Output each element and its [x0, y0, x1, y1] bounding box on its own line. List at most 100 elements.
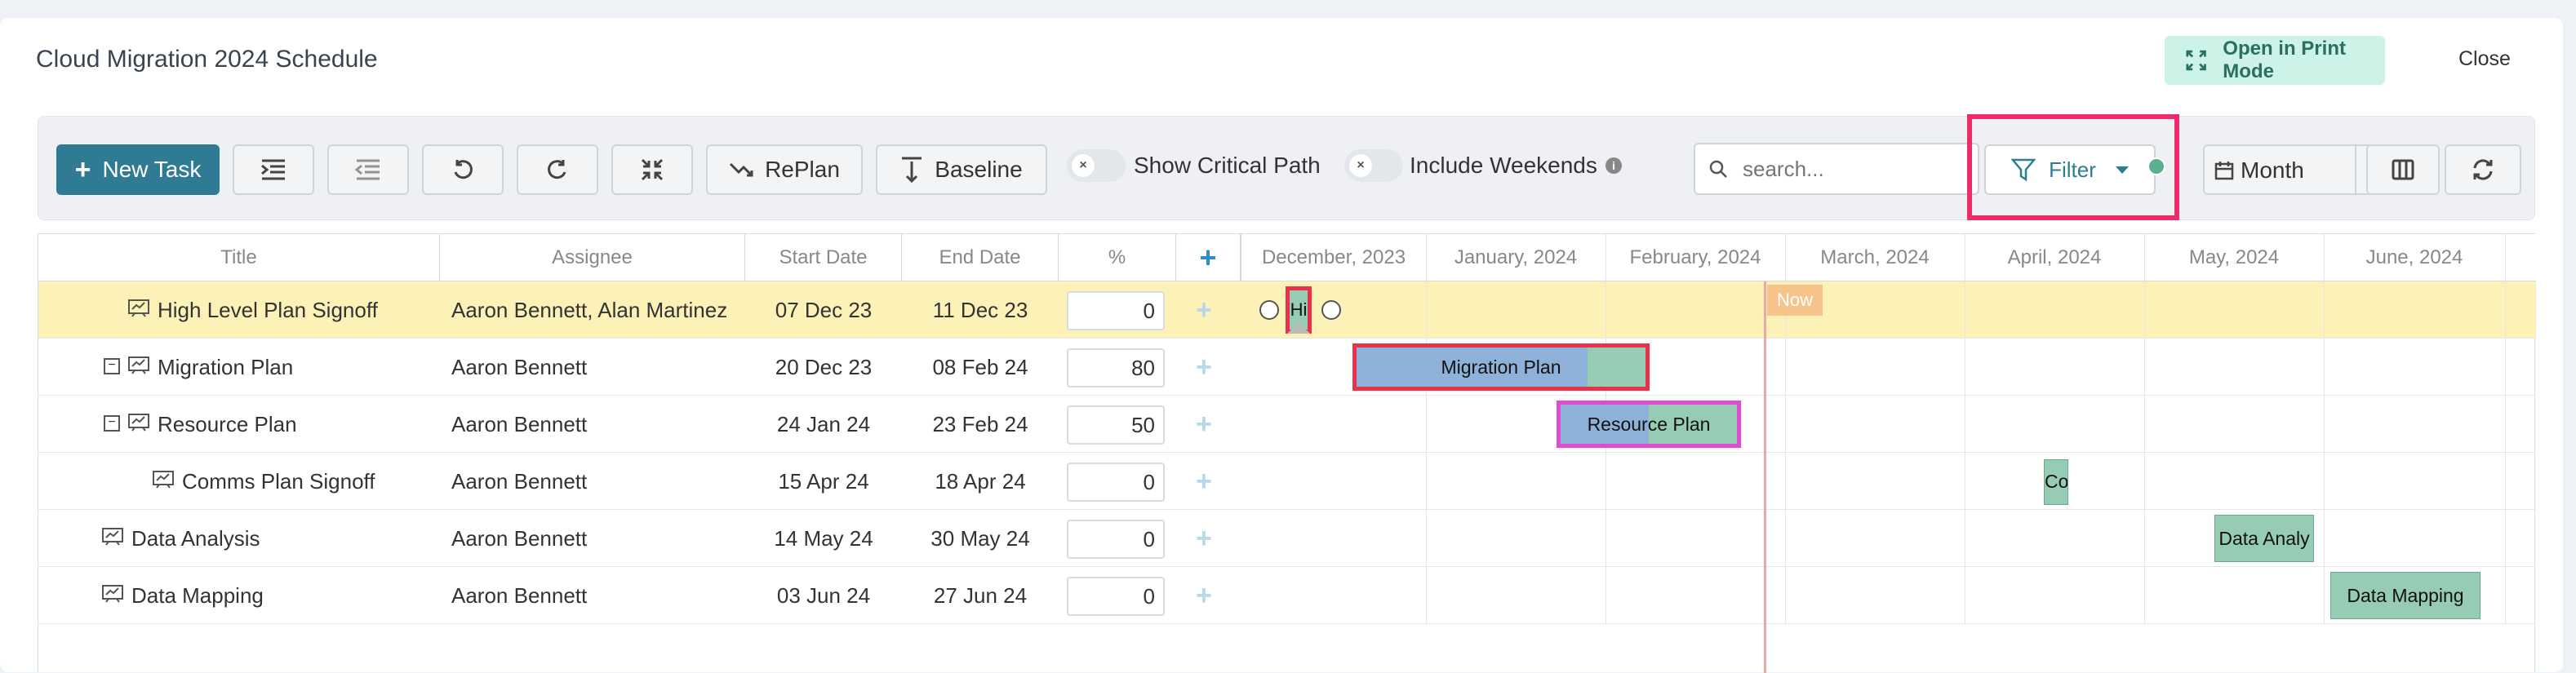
task-title[interactable]: Comms Plan Signoff: [182, 453, 375, 510]
gantt-row: [1241, 510, 2536, 567]
task-assignee[interactable]: Aaron Bennett: [451, 396, 587, 453]
task-assignee[interactable]: Aaron Bennett: [451, 453, 587, 510]
table-row[interactable]: − Resource Plan Aaron Bennett 24 Jan 24 …: [38, 396, 1241, 453]
task-title[interactable]: High Level Plan Signoff: [158, 281, 378, 339]
undo-button[interactable]: [422, 144, 504, 195]
column-header-end-date[interactable]: End Date: [902, 234, 1059, 281]
grid-line: [1426, 234, 1427, 624]
add-subtask-icon[interactable]: +: [1196, 296, 1212, 324]
task-assignee[interactable]: Aaron Bennett: [451, 567, 587, 624]
task-start-date[interactable]: 24 Jan 24: [745, 396, 902, 453]
include-weekends-toggle[interactable]: ×: [1344, 149, 1403, 182]
column-header-title[interactable]: Title: [38, 234, 440, 281]
progress-handle-icon[interactable]: [1287, 322, 1310, 334]
filter-highlight-box: [1967, 114, 2179, 220]
add-subtask-icon[interactable]: +: [1196, 525, 1212, 552]
task-start-date[interactable]: 07 Dec 23: [745, 281, 902, 339]
redo-button[interactable]: [517, 144, 598, 195]
task-end-date[interactable]: 11 Dec 23: [902, 281, 1059, 339]
column-header-start-date[interactable]: Start Date: [745, 234, 902, 281]
gantt-bar[interactable]: Migration Plan: [1352, 343, 1650, 391]
collapse-toggle-icon[interactable]: −: [104, 358, 120, 374]
percent-input[interactable]: 0: [1067, 291, 1165, 330]
include-weekends-label: Include Weekends: [1410, 153, 1597, 178]
add-column-button[interactable]: +: [1176, 234, 1241, 281]
open-print-mode-button[interactable]: Open in Print Mode: [2165, 36, 2385, 85]
gantt-bar[interactable]: Data Analy: [2214, 515, 2314, 562]
task-end-date[interactable]: 08 Feb 24: [902, 339, 1059, 396]
month-label: April, 2024: [2007, 246, 2102, 268]
task-icon: [153, 471, 174, 489]
column-header-percent[interactable]: %: [1059, 234, 1176, 281]
month-label: June, 2024: [2365, 246, 2463, 268]
replan-button[interactable]: RePlan: [706, 144, 863, 195]
link-handle-start[interactable]: [1259, 300, 1279, 320]
link-handle-end[interactable]: [1321, 300, 1341, 320]
task-icon: [102, 585, 123, 603]
task-end-date[interactable]: 27 Jun 24: [902, 567, 1059, 624]
percent-input[interactable]: 0: [1067, 577, 1165, 616]
new-task-label: New Task: [102, 157, 202, 182]
toggle-off-icon: ×: [1349, 154, 1372, 177]
indent-button[interactable]: [233, 144, 314, 195]
undo-icon: [454, 160, 473, 179]
baseline-button[interactable]: Baseline: [876, 144, 1047, 195]
collapse-toggle-icon[interactable]: −: [104, 415, 120, 432]
replan-label: RePlan: [765, 157, 840, 182]
task-start-date[interactable]: 14 May 24: [745, 510, 902, 567]
column-header-assignee[interactable]: Assignee: [440, 234, 745, 281]
add-subtask-icon[interactable]: +: [1196, 410, 1212, 438]
task-start-date[interactable]: 03 Jun 24: [745, 567, 902, 624]
timeline-header: December, 2023 January, 2024 February, 2…: [1241, 234, 2536, 281]
task-end-date[interactable]: 30 May 24: [902, 510, 1059, 567]
month-label: March, 2024: [1820, 246, 1930, 268]
search-input[interactable]: [1743, 156, 1955, 182]
info-icon[interactable]: i: [1606, 157, 1622, 174]
add-subtask-icon[interactable]: +: [1196, 467, 1212, 495]
refresh-button[interactable]: [2445, 144, 2521, 195]
task-title[interactable]: Resource Plan: [158, 396, 297, 453]
table-row[interactable]: Data Mapping Aaron Bennett 03 Jun 24 27 …: [38, 567, 1241, 624]
search-box[interactable]: [1694, 143, 1979, 195]
columns-button[interactable]: [2366, 144, 2440, 195]
task-start-date[interactable]: 20 Dec 23: [745, 339, 902, 396]
task-assignee[interactable]: Aaron Bennett: [451, 339, 587, 396]
task-end-date[interactable]: 18 Apr 24: [902, 453, 1059, 510]
search-icon: [1709, 160, 1727, 178]
task-title[interactable]: Data Analysis: [131, 510, 260, 567]
columns-icon: [2392, 159, 2414, 180]
outdent-button[interactable]: [327, 144, 409, 195]
task-title[interactable]: Migration Plan: [158, 339, 293, 396]
gantt-bar[interactable]: Co: [2044, 459, 2068, 505]
percent-input[interactable]: 0: [1067, 520, 1165, 559]
gantt-bar[interactable]: Resource Plan: [1557, 401, 1741, 448]
task-icon: [102, 528, 123, 546]
task-title[interactable]: Data Mapping: [131, 567, 264, 624]
gantt-row: [1241, 281, 2536, 339]
critical-path-toggle[interactable]: ×: [1067, 149, 1126, 182]
percent-input[interactable]: 50: [1067, 405, 1165, 445]
add-subtask-icon[interactable]: +: [1196, 582, 1212, 609]
gantt-grid: Title Assignee Start Date End Date % + H…: [38, 233, 2536, 673]
task-assignee[interactable]: Aaron Bennett: [451, 510, 587, 567]
month-label: January, 2024: [1454, 246, 1578, 268]
percent-input[interactable]: 0: [1067, 463, 1165, 502]
new-task-button[interactable]: + New Task: [56, 144, 220, 195]
task-assignee[interactable]: Aaron Bennett, Alan Martinez: [451, 281, 727, 339]
gantt-row: [1241, 453, 2536, 510]
table-row[interactable]: Data Analysis Aaron Bennett 14 May 24 30…: [38, 510, 1241, 567]
close-button[interactable]: Close: [2458, 47, 2511, 71]
task-icon: [128, 299, 149, 317]
replan-icon: [730, 162, 753, 177]
collapse-all-button[interactable]: [611, 144, 693, 195]
table-row[interactable]: − Migration Plan Aaron Bennett 20 Dec 23…: [38, 339, 1241, 396]
task-end-date[interactable]: 23 Feb 24: [902, 396, 1059, 453]
task-start-date[interactable]: 15 Apr 24: [745, 453, 902, 510]
table-row[interactable]: Comms Plan Signoff Aaron Bennett 15 Apr …: [38, 453, 1241, 510]
indent-icon: [261, 159, 285, 180]
task-icon: [128, 414, 149, 432]
add-subtask-icon[interactable]: +: [1196, 353, 1212, 381]
gantt-bar[interactable]: Data Mapping: [2330, 572, 2481, 619]
table-row[interactable]: High Level Plan Signoff Aaron Bennett, A…: [38, 281, 1241, 339]
percent-input[interactable]: 80: [1067, 348, 1165, 387]
